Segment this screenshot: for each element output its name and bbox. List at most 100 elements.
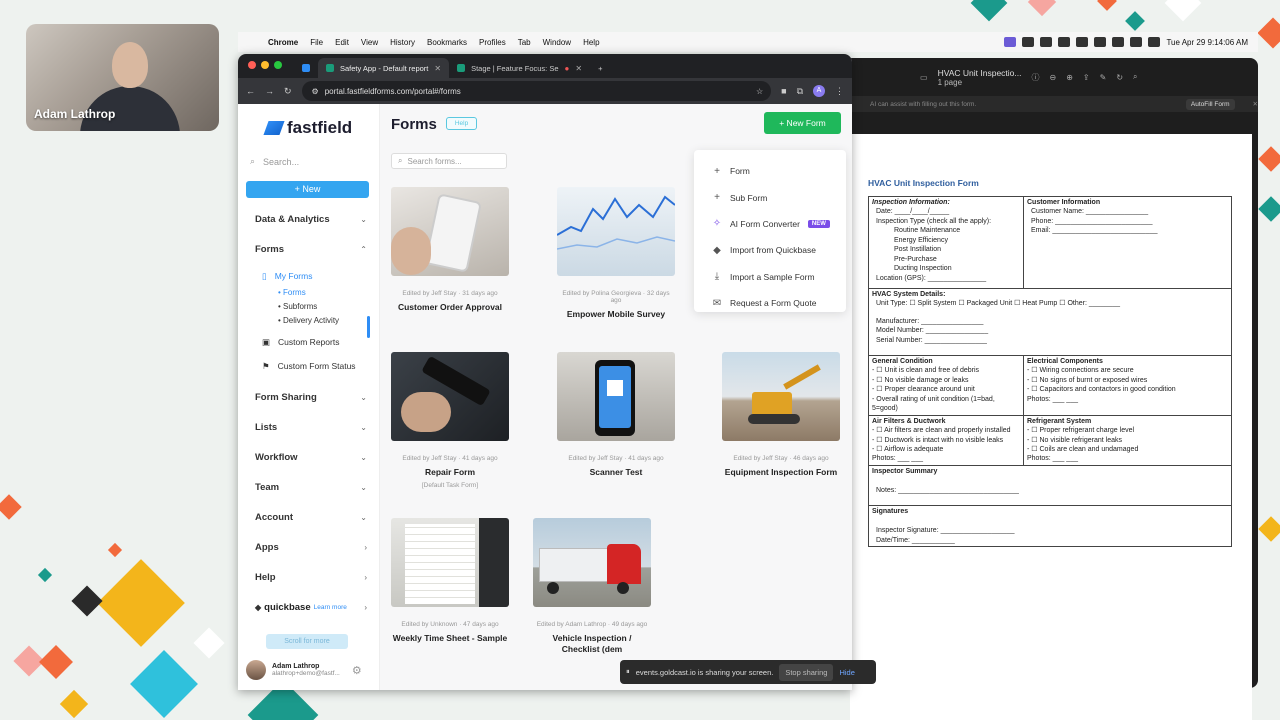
forms-search-input[interactable]: ⌕ Search forms... [391, 153, 507, 169]
sidebar-toggle-icon[interactable]: ▭ [920, 73, 928, 82]
wifi-icon[interactable] [1130, 37, 1143, 47]
sidebar-apps[interactable]: Apps › [238, 532, 379, 562]
profile-avatar[interactable]: A [813, 85, 825, 97]
learn-more-link[interactable]: Learn more [314, 604, 347, 611]
form-card[interactable]: Edited by Jeff Stay · 41 days ago Repair… [391, 352, 509, 489]
clock[interactable]: Tue Apr 29 9:14:06 AM [1166, 38, 1248, 47]
autofill-button[interactable]: AutoFill Form [1185, 98, 1235, 110]
fastfield-logo[interactable]: fastfield [263, 118, 379, 138]
search-icon[interactable]: ⌕ [1133, 72, 1137, 82]
site-info-icon[interactable]: ⚙ [312, 87, 319, 96]
new-tab-button[interactable]: + [590, 58, 610, 78]
refrigerant-cell: Refrigerant System - ☐ Proper refrigeran… [1023, 414, 1232, 466]
menu-tab[interactable]: Tab [518, 38, 531, 47]
form-card[interactable]: Edited by Polina Georgieva · 32 days ago… [557, 187, 675, 320]
sidebar-delivery-activity[interactable]: • Delivery Activity [238, 316, 379, 330]
zoom-out-icon[interactable]: ⊖ [1050, 73, 1057, 82]
sidebar-help[interactable]: Help › [238, 562, 379, 592]
menu-item-request-quote[interactable]: ✉ Request a Form Quote [694, 290, 846, 316]
menu-item-form[interactable]: + Form [694, 158, 846, 184]
form-card[interactable]: Edited by Unknown · 47 days ago Weekly T… [391, 518, 509, 644]
status-app-icon[interactable] [1058, 37, 1071, 47]
battery-icon[interactable] [1112, 37, 1125, 47]
decor-diamond [1258, 516, 1280, 542]
hide-button[interactable]: Hide [839, 668, 854, 677]
menu-profiles[interactable]: Profiles [479, 38, 506, 47]
forward-icon[interactable]: → [265, 86, 274, 96]
menu-file[interactable]: File [310, 38, 323, 47]
maximize-window-button[interactable] [274, 61, 282, 69]
menu-view[interactable]: View [361, 38, 378, 47]
minimize-window-button[interactable] [261, 61, 269, 69]
menu-history[interactable]: History [390, 38, 415, 47]
air-filters-cell: Air Filters & Ductwork - ☐ Air filters a… [868, 414, 1024, 466]
menu-edit[interactable]: Edit [335, 38, 349, 47]
new-form-button[interactable]: + New Form [764, 112, 841, 134]
back-icon[interactable]: ← [246, 86, 255, 96]
sidebar-forms[interactable]: Forms ⌃ [238, 234, 379, 264]
sidebar-team[interactable]: Team ⌄ [238, 472, 379, 502]
reload-icon[interactable]: ↻ [284, 86, 292, 97]
form-card[interactable]: Edited by Jeff Stay · 41 days ago Scanne… [557, 352, 675, 478]
menu-help[interactable]: Help [583, 38, 599, 47]
sidebar-workflow[interactable]: Workflow ⌄ [238, 442, 379, 472]
info-icon[interactable]: ⓘ [1032, 72, 1040, 83]
bluetooth-icon[interactable] [1094, 37, 1107, 47]
close-tab-icon[interactable]: ✕ [434, 64, 441, 73]
search-icon[interactable] [1148, 37, 1161, 47]
extension-icon[interactable]: ■ [781, 86, 786, 96]
more-menu-icon[interactable]: ⋮ [835, 86, 844, 97]
status-app-icon[interactable] [1040, 37, 1053, 47]
form-card[interactable]: Edited by Jeff Stay · 46 days ago Equipm… [722, 352, 840, 478]
favicon-icon [326, 64, 334, 72]
menu-chrome[interactable]: Chrome [268, 38, 298, 47]
pdf-title: HVAC Unit Inspectio... 1 page [937, 67, 1022, 87]
tab-stage[interactable]: Stage | Feature Focus: Se ● ✕ [449, 58, 590, 78]
menu-window[interactable]: Window [543, 38, 571, 47]
form-thumbnail [533, 518, 651, 607]
close-window-button[interactable] [248, 61, 256, 69]
sidebar-form-sharing[interactable]: Form Sharing ⌄ [238, 382, 379, 412]
menu-item-import-quickbase[interactable]: ◆ Import from Quickbase [694, 237, 846, 263]
menu-item-sub-form[interactable]: + Sub Form [694, 184, 846, 210]
markup-icon[interactable]: ✎ [1100, 73, 1107, 82]
tab-safety-app[interactable]: Safety App - Default report ✕ [318, 58, 450, 78]
new-button[interactable]: + New [246, 181, 369, 198]
share-icon[interactable]: ⇪ [1083, 73, 1090, 82]
close-tab-icon[interactable]: ✕ [575, 64, 582, 73]
menu-item-ai-form-converter[interactable]: ✧ AI Form Converter NEW [694, 211, 846, 237]
sidebar-my-forms[interactable]: ▯ My Forms [238, 264, 379, 288]
sidebar-custom-reports[interactable]: ▣ Custom Reports [238, 330, 379, 354]
menu-bookmarks[interactable]: Bookmarks [427, 38, 467, 47]
user-profile[interactable]: Adam Lathrop alathrop+demo@fastf... ⚙ [246, 660, 362, 680]
status-app-icon[interactable] [1022, 37, 1035, 47]
status-app-icon[interactable] [1076, 37, 1089, 47]
sidebar-subforms[interactable]: • Subforms [238, 302, 379, 316]
extensions-puzzle-icon[interactable]: ⧉ [797, 86, 803, 97]
stop-sharing-button[interactable]: Stop sharing [779, 663, 834, 681]
scroll-for-more[interactable]: Scroll for more [266, 634, 348, 649]
form-card[interactable]: Edited by Adam Lathrop · 49 days ago Veh… [533, 518, 651, 655]
tab-fastfield-pinned[interactable] [294, 58, 318, 78]
bookmark-star-icon[interactable]: ☆ [756, 87, 763, 96]
sidebar-data-analytics[interactable]: Data & Analytics ⌄ [238, 204, 379, 234]
chevron-down-icon: ⌄ [360, 392, 367, 402]
sidebar-custom-form-status[interactable]: ⚑ Custom Form Status [238, 354, 379, 378]
sidebar-forms-sub[interactable]: • Forms [238, 288, 379, 302]
zoom-in-icon[interactable]: ⊕ [1066, 73, 1073, 82]
download-icon: ⤓ [714, 271, 720, 283]
menu-item-import-sample[interactable]: ⤓ Import a Sample Form [694, 264, 846, 290]
sidebar-search[interactable]: ⌕ Search... [250, 156, 379, 167]
url-field[interactable]: ⚙ portal.fastfieldforms.com/portal#/form… [301, 81, 772, 101]
form-card[interactable]: Edited by Jeff Stay · 31 days ago Custom… [391, 187, 509, 313]
settings-gear-icon[interactable]: ⚙ [352, 664, 362, 677]
sidebar-account[interactable]: Account ⌄ [238, 502, 379, 532]
help-button[interactable]: Help [446, 117, 477, 130]
pause-icon: ⏸ [626, 667, 630, 676]
sidebar-lists[interactable]: Lists ⌄ [238, 412, 379, 442]
rotate-icon[interactable]: ↻ [1116, 73, 1123, 82]
sidebar-quickbase[interactable]: ◆ quickbase Learn more › [238, 592, 379, 622]
close-icon[interactable]: ✕ [1253, 100, 1258, 108]
screen-share-icon[interactable] [1004, 37, 1017, 47]
decor-diamond [39, 645, 73, 679]
